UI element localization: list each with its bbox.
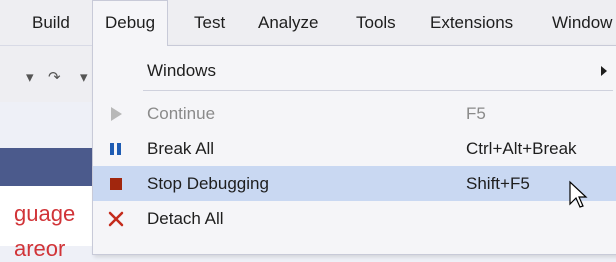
mouse-cursor-icon bbox=[569, 180, 588, 208]
menuitem-windows[interactable]: Windows bbox=[93, 53, 616, 88]
menu-extensions[interactable]: Extensions bbox=[418, 0, 525, 45]
menuitem-label: Stop Debugging bbox=[147, 174, 269, 193]
pause-icon bbox=[110, 143, 121, 155]
menuitem-shortcut: Shift+F5 bbox=[466, 174, 530, 193]
menuitem-break-all[interactable]: Break All Ctrl+Alt+Break bbox=[93, 131, 616, 166]
dropdown-arrow-icon[interactable]: ▾ bbox=[80, 68, 88, 86]
menuitem-label: Break All bbox=[147, 139, 215, 158]
menuitem-detach-all[interactable]: Detach All bbox=[93, 201, 616, 236]
close-icon bbox=[108, 211, 124, 227]
menu-bar: Build Debug Test Analyze Tools Extension… bbox=[0, 0, 616, 46]
debug-dropdown: Windows Continue F5 Break All Ctrl+Alt+B… bbox=[92, 45, 616, 255]
menuitem-label: Windows bbox=[147, 61, 216, 80]
menuitem-shortcut: Ctrl+Alt+Break bbox=[466, 139, 577, 158]
redo-icon[interactable]: ↷ bbox=[48, 68, 61, 86]
menu-debug[interactable]: Debug bbox=[92, 0, 169, 46]
menu-analyze[interactable]: Analyze bbox=[246, 0, 330, 45]
stop-icon bbox=[110, 178, 122, 190]
menuitem-stop-debugging[interactable]: Stop Debugging Shift+F5 bbox=[93, 166, 616, 201]
menu-separator bbox=[143, 90, 613, 91]
editor-text: guage bbox=[14, 201, 76, 226]
dropdown-arrow-icon[interactable]: ▾ bbox=[26, 68, 34, 86]
menuitem-label: Detach All bbox=[147, 209, 224, 228]
menuitem-continue[interactable]: Continue F5 bbox=[93, 96, 616, 131]
menu-window[interactable]: Window bbox=[540, 0, 616, 45]
menu-build[interactable]: Build bbox=[20, 0, 82, 45]
play-icon bbox=[111, 107, 122, 121]
editor-text: areor bbox=[14, 236, 66, 261]
menu-test[interactable]: Test bbox=[182, 0, 237, 45]
menuitem-label: Continue bbox=[147, 104, 216, 123]
menuitem-shortcut: F5 bbox=[466, 104, 486, 123]
menu-tools[interactable]: Tools bbox=[344, 0, 408, 45]
submenu-arrow-icon bbox=[601, 66, 607, 76]
editor-tab-bar bbox=[0, 148, 100, 186]
